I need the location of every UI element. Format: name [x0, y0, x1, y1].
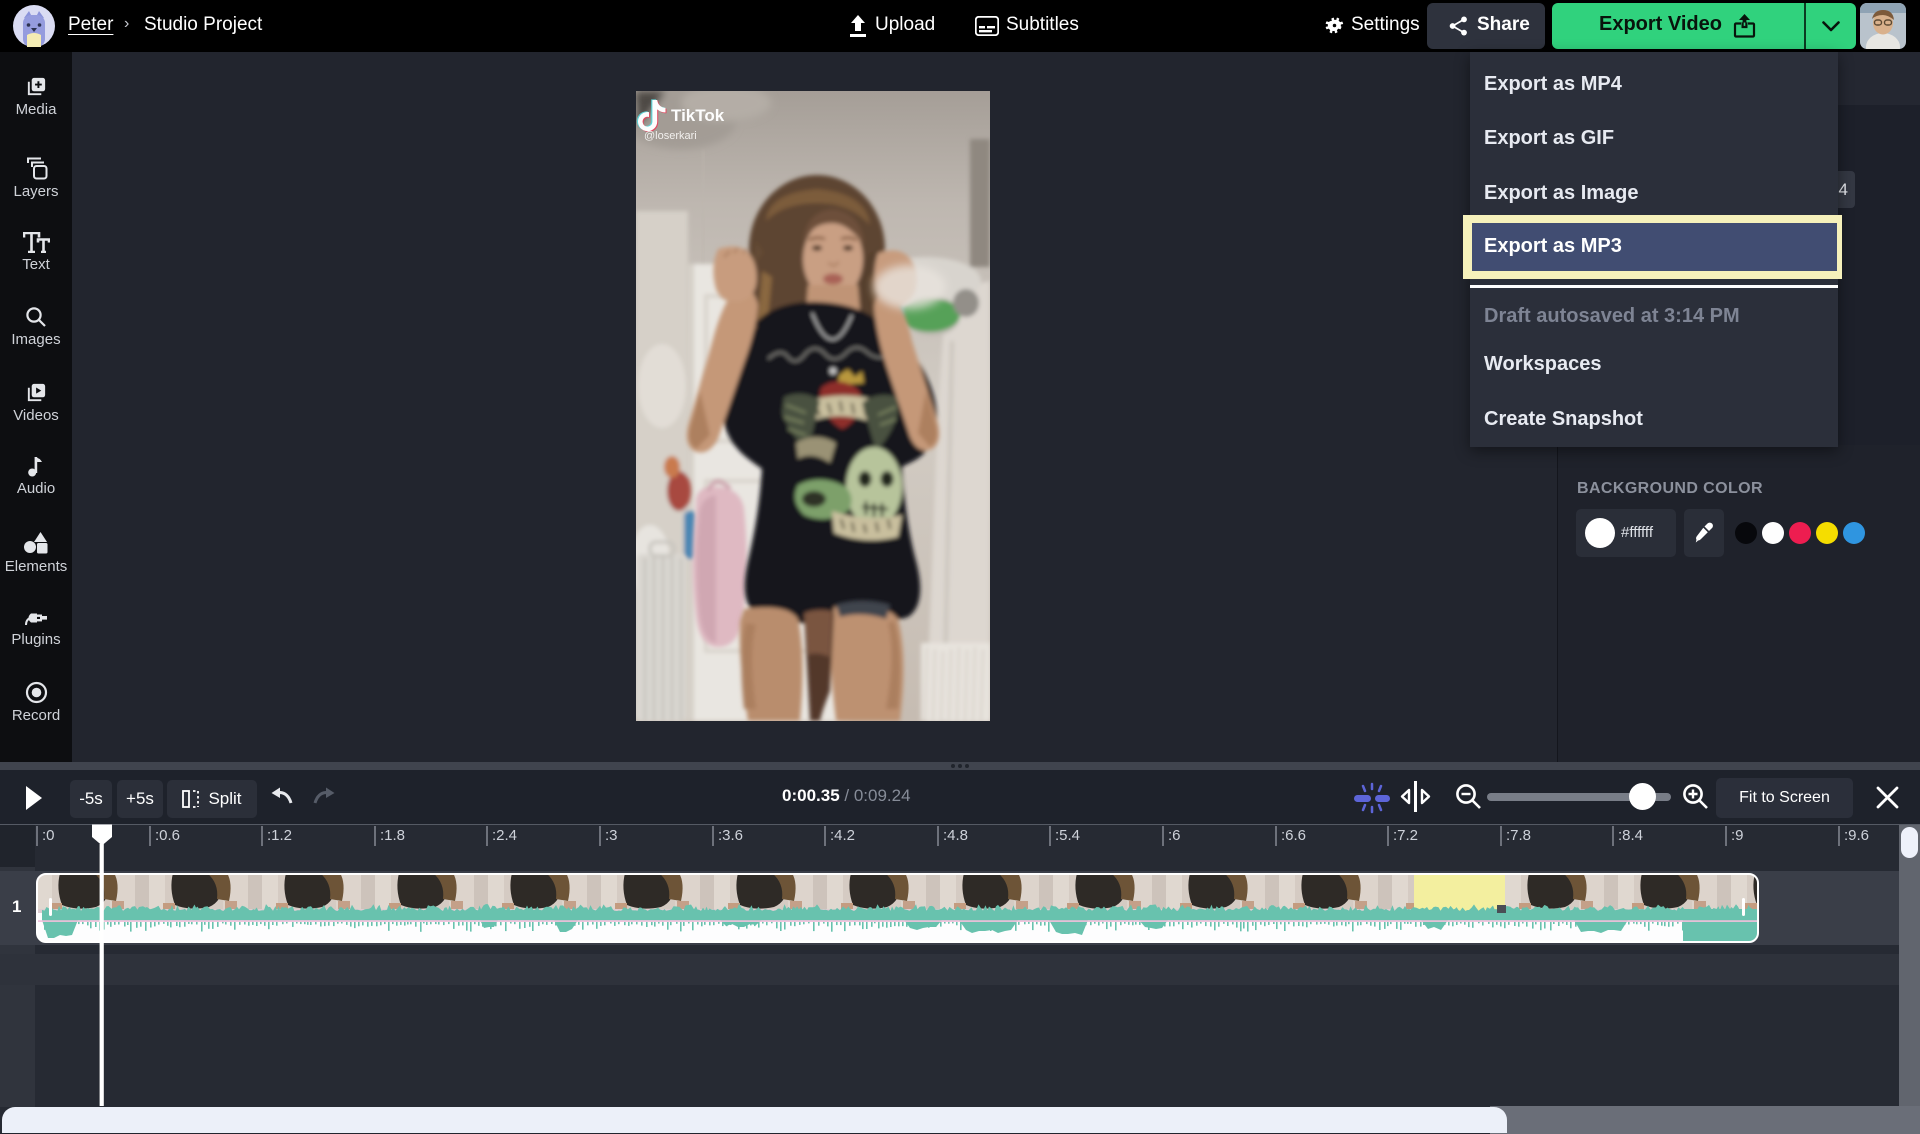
svg-text:TikTok: TikTok: [671, 106, 725, 125]
svg-text:@loserkari: @loserkari: [644, 130, 697, 142]
